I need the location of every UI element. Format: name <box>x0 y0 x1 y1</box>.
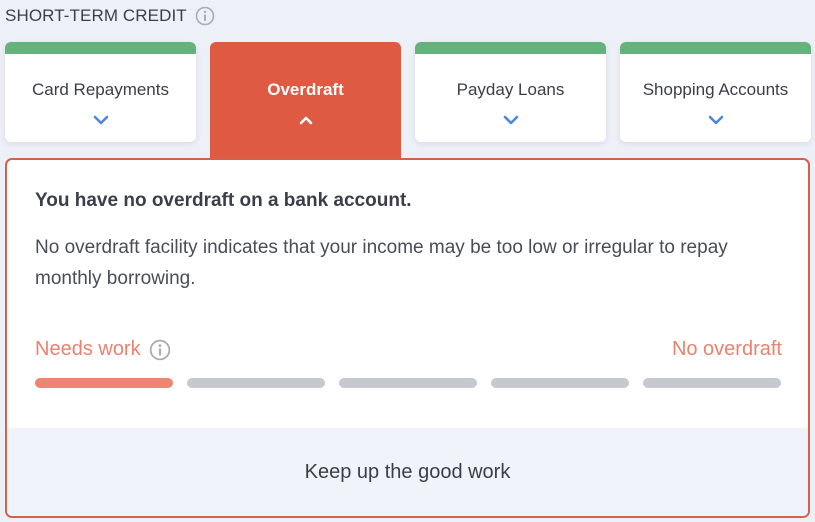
tab-label: Shopping Accounts <box>642 80 789 99</box>
chevron-up-icon <box>299 116 312 125</box>
status-value: No overdraft <box>671 338 782 360</box>
rating-meter <box>35 378 781 388</box>
tab-status-bar <box>620 42 811 54</box>
chevron-down-icon <box>93 115 108 125</box>
status-row: Needs work No overdraft <box>35 338 782 364</box>
tab-label: Payday Loans <box>456 80 565 99</box>
rating-segment-empty <box>643 378 781 388</box>
rating-segment-filled <box>35 378 173 388</box>
tab-label: Overdraft <box>267 80 344 99</box>
credit-tabs: Card Repayments Overdraft Payday Loans S… <box>5 42 811 160</box>
tab-payday-loans[interactable]: Payday Loans <box>415 42 606 142</box>
tab-shopping-accounts[interactable]: Shopping Accounts <box>620 42 811 142</box>
rating-segment-empty <box>491 378 629 388</box>
status-label: Needs work <box>35 338 141 360</box>
rating-segment-empty <box>339 378 477 388</box>
panel-heading: You have no overdraft on a bank account. <box>35 190 412 211</box>
footer-message: Keep up the good work <box>304 460 511 483</box>
tab-label: Card Repayments <box>31 80 169 99</box>
section-header: SHORT-TERM CREDIT <box>5 6 215 26</box>
overdraft-panel: You have no overdraft on a bank account.… <box>5 158 810 518</box>
tab-card-repayments[interactable]: Card Repayments <box>5 42 196 142</box>
info-icon[interactable] <box>195 6 215 26</box>
chevron-down-icon <box>503 115 518 125</box>
section-title: SHORT-TERM CREDIT <box>5 6 187 25</box>
tab-status-bar <box>5 42 196 54</box>
panel-description: No overdraft facility indicates that you… <box>35 237 728 289</box>
rating-segment-empty <box>187 378 325 388</box>
info-icon[interactable] <box>149 339 171 361</box>
tab-overdraft[interactable]: Overdraft <box>210 42 401 160</box>
chevron-down-icon <box>708 115 723 125</box>
status-left: Needs work <box>35 338 171 361</box>
panel-footer: Keep up the good work <box>7 428 808 516</box>
tab-status-bar <box>415 42 606 54</box>
